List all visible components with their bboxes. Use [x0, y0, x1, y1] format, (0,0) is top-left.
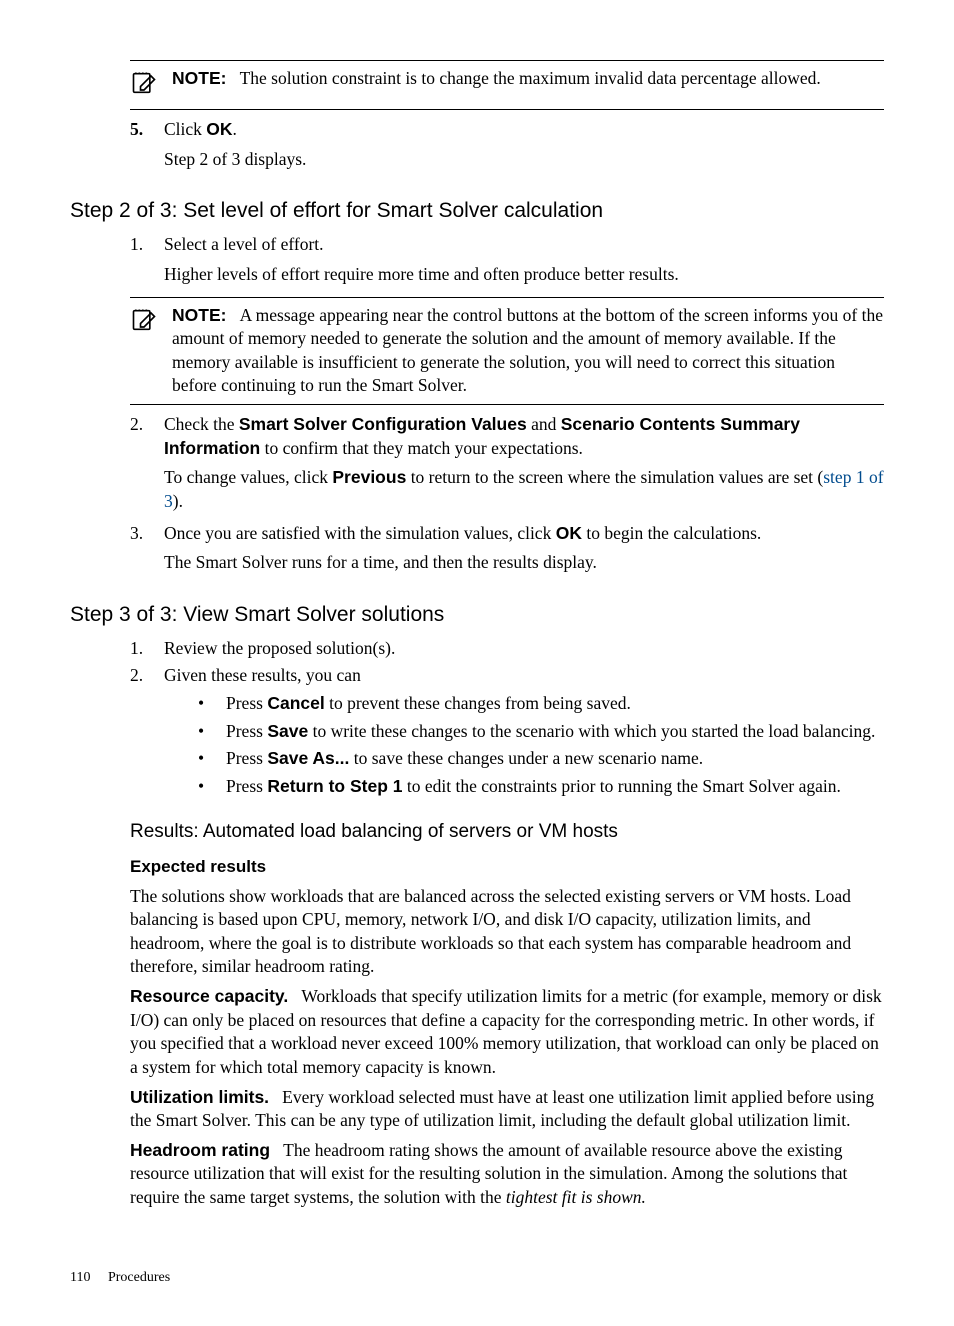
step-number: 2.	[130, 413, 143, 437]
heading-step3: Step 3 of 3: View Smart Solver solutions	[70, 603, 884, 627]
step-text: Click OK.	[164, 119, 237, 139]
note-icon	[130, 67, 158, 103]
step-subtext: Higher levels of effort require more tim…	[164, 263, 884, 287]
note-block: NOTE: A message appearing near the contr…	[130, 297, 884, 406]
runin-label: Resource capacity.	[130, 986, 288, 1006]
bullet-icon: •	[198, 775, 204, 799]
step-text: Review the proposed solution(s).	[164, 638, 395, 658]
para-expected: The solutions show workloads that are ba…	[130, 885, 884, 980]
note-text: NOTE: The solution constraint is to chan…	[172, 67, 821, 91]
bullet-cancel: • Press Cancel to prevent these changes …	[198, 692, 884, 716]
note-block: NOTE: The solution constraint is to chan…	[130, 60, 884, 110]
note-body: A message appearing near the control but…	[172, 305, 883, 396]
step-number: 3.	[130, 522, 143, 546]
step-text: Select a level of effort.	[164, 234, 324, 254]
bullet-icon: •	[198, 692, 204, 716]
step3-1: 1. Review the proposed solution(s).	[130, 637, 884, 661]
step-number: 2.	[130, 664, 143, 688]
step3-2: 2. Given these results, you can	[130, 664, 884, 688]
step-5: 5. Click OK. Step 2 of 3 displays.	[130, 118, 884, 171]
heading-results: Results: Automated load balancing of ser…	[130, 821, 884, 843]
note-text: NOTE: A message appearing near the contr…	[172, 304, 884, 399]
page-number: 110	[70, 1270, 90, 1285]
step-subtext: Step 2 of 3 displays.	[164, 148, 884, 172]
note-label: NOTE:	[172, 305, 226, 325]
bullet-save: • Press Save to write these changes to t…	[198, 720, 884, 744]
heading-step2: Step 2 of 3: Set level of effort for Sma…	[70, 199, 884, 223]
step-subtext: The Smart Solver runs for a time, and th…	[164, 551, 884, 575]
bullet-icon: •	[198, 720, 204, 744]
step-subtext: To change values, click Previous to retu…	[164, 466, 884, 513]
step2-3: 3. Once you are satisfied with the simul…	[130, 522, 884, 575]
step2-1: 1. Select a level of effort. Higher leve…	[130, 233, 884, 286]
step-text: Check the Smart Solver Configuration Val…	[164, 414, 800, 458]
para-headroom-rating: Headroom rating The headroom rating show…	[130, 1139, 884, 1210]
para-resource-capacity: Resource capacity. Workloads that specif…	[130, 985, 884, 1080]
para-utilization-limits: Utilization limits. Every workload selec…	[130, 1086, 884, 1133]
note-label: NOTE:	[172, 68, 226, 88]
note-body: The solution constraint is to change the…	[240, 68, 821, 88]
step2-2: 2. Check the Smart Solver Configuration …	[130, 413, 884, 514]
heading-expected-results: Expected results	[130, 857, 884, 877]
bullet-icon: •	[198, 747, 204, 771]
step-number: 5.	[130, 118, 143, 142]
note-icon	[130, 304, 158, 340]
step-number: 1.	[130, 637, 143, 661]
section-name: Procedures	[108, 1270, 170, 1285]
bullet-save-as: • Press Save As... to save these changes…	[198, 747, 884, 771]
runin-label: Utilization limits.	[130, 1087, 269, 1107]
step-text: Once you are satisfied with the simulati…	[164, 523, 761, 543]
bullet-return-step1: • Press Return to Step 1 to edit the con…	[198, 775, 884, 799]
runin-label: Headroom rating	[130, 1140, 270, 1160]
step-number: 1.	[130, 233, 143, 257]
step-text: Given these results, you can	[164, 665, 361, 685]
page-footer: 110 Procedures	[70, 1270, 884, 1286]
